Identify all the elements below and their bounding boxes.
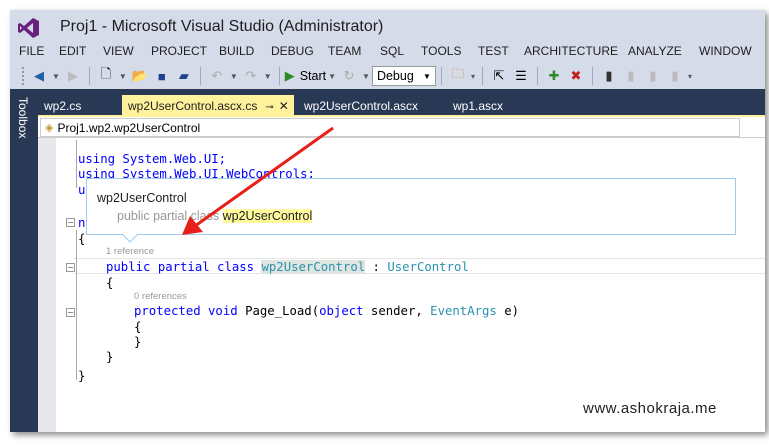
tab-wp2usercontrol-ascx-cs[interactable]: wp2UserControl.ascx.cs ⊸ ✕ <box>122 95 294 117</box>
menu-test[interactable]: TEST <box>478 44 509 58</box>
class-icon: ◈ <box>45 122 54 134</box>
start-button[interactable]: ▶ Start ▼ <box>285 68 338 84</box>
start-dropdown-icon[interactable]: ▼ <box>328 72 336 81</box>
menu-bar: FILE EDIT VIEW PROJECT BUILD DEBUG TEAM … <box>10 42 765 62</box>
menu-project[interactable]: PROJECT <box>151 44 207 58</box>
step-icon[interactable]: ⇱ <box>490 67 508 85</box>
scope-dropdown[interactable]: ◈ Proj1.wp2.wp2UserControl <box>40 118 740 137</box>
new-dropdown-icon[interactable]: ▼ <box>119 72 127 81</box>
code-line: { <box>106 276 114 290</box>
code-line: n <box>78 216 86 230</box>
watermark: www.ashokraja.me <box>583 400 717 417</box>
tab-wp1-ascx[interactable]: wp1.ascx <box>447 95 509 117</box>
overflow-icon[interactable]: ▾ <box>471 72 475 81</box>
menu-architecture[interactable]: ARCHITECTURE <box>524 44 618 58</box>
tab-label: wp2UserControl.ascx.cs <box>128 99 258 113</box>
tab-wp2-cs[interactable]: wp2.cs <box>38 95 87 117</box>
code-line: } <box>78 369 86 383</box>
navigation-bar: ◈ Proj1.wp2.wp2UserControl <box>38 117 765 138</box>
bookmark-icon[interactable]: ▮ <box>600 67 618 85</box>
collapse-class-icon[interactable]: − <box>66 263 75 272</box>
editor-margin <box>38 138 56 432</box>
menu-analyze[interactable]: ANALYZE <box>628 44 682 58</box>
code-line: } <box>134 335 142 349</box>
start-label: Start <box>299 69 327 83</box>
codelens-tooltip: wp2UserControl public partial class wp2U… <box>86 178 736 235</box>
back-dropdown-icon[interactable]: ▼ <box>52 72 60 81</box>
solution-configuration-dropdown[interactable]: Debug ▼ <box>371 66 436 86</box>
save-all-icon[interactable]: ▰ <box>175 67 193 85</box>
play-icon: ▶ <box>284 68 295 83</box>
code-line: u <box>78 183 86 197</box>
scope-value: Proj1.wp2.wp2UserControl <box>57 120 201 135</box>
refresh-icon[interactable]: ↻ <box>340 67 358 85</box>
menu-view[interactable]: VIEW <box>103 44 134 58</box>
previous-bookmark-icon[interactable]: ▮ <box>622 67 640 85</box>
toolbox-label: Toolbox <box>16 97 30 139</box>
navigate-forward-icon[interactable]: ▶ <box>64 67 82 85</box>
tooltip-title: wp2UserControl <box>97 191 187 205</box>
chevron-down-icon: ▼ <box>423 71 431 81</box>
new-project-icon[interactable]: 🗋 <box>97 66 115 85</box>
undo-dropdown-icon[interactable]: ▼ <box>230 72 238 81</box>
code-line: { <box>78 232 86 246</box>
redo-icon[interactable]: ↷ <box>242 67 260 85</box>
toolbox-panel[interactable]: Toolbox <box>10 89 38 432</box>
code-editor[interactable]: − − − using System.Web.UI; using System.… <box>38 138 765 432</box>
menu-file[interactable]: FILE <box>19 44 44 58</box>
menu-tools[interactable]: TOOLS <box>421 44 461 58</box>
toolbar-grip[interactable] <box>22 67 28 85</box>
visual-studio-window: Proj1 - Microsoft Visual Studio (Adminis… <box>10 10 765 432</box>
close-icon[interactable]: ✕ <box>279 99 289 113</box>
toolbar: ◀ ▼ ▶ 🗋 ▼ 📂 ■ ▰ ↶ ▼ ↷ ▼ ▶ Start ▼ ↻ ▼ Debug ▼ 🗀 ▾… <box>10 63 765 89</box>
code-line: public partial class wp2UserControl : Us… <box>106 260 469 274</box>
comment-lines-icon[interactable]: ☰ <box>512 67 530 85</box>
refresh-dropdown-icon[interactable]: ▼ <box>362 72 370 81</box>
visual-studio-logo-icon <box>18 18 39 38</box>
menu-build[interactable]: BUILD <box>219 44 254 58</box>
add-comment-icon[interactable]: ✚ <box>545 67 563 85</box>
remove-comment-icon[interactable]: ✖ <box>567 67 585 85</box>
code-line: { <box>134 320 142 334</box>
overflow-icon[interactable]: ▾ <box>688 72 692 81</box>
document-tab-strip: wp2.cs wp2UserControl.ascx.cs ⊸ ✕ wp2UserC… <box>10 89 765 117</box>
open-file-icon[interactable]: 📂 <box>131 67 149 85</box>
title-bar: Proj1 - Microsoft Visual Studio (Adminis… <box>10 10 765 40</box>
clear-bookmarks-icon[interactable]: ▮ <box>666 67 684 85</box>
collapse-namespace-icon[interactable]: − <box>66 218 75 227</box>
find-in-files-icon[interactable]: 🗀 <box>449 66 467 85</box>
tooltip-pointer <box>122 234 138 243</box>
code-line: } <box>106 350 114 364</box>
menu-window[interactable]: WINDOW <box>699 44 752 58</box>
menu-debug[interactable]: DEBUG <box>271 44 314 58</box>
redo-dropdown-icon[interactable]: ▼ <box>264 72 272 81</box>
code-line: protected void Page_Load(object sender, … <box>134 304 520 318</box>
next-bookmark-icon[interactable]: ▮ <box>644 67 662 85</box>
codelens-references[interactable]: 1 reference <box>106 246 154 257</box>
config-value: Debug <box>376 69 414 83</box>
window-title: Proj1 - Microsoft Visual Studio (Adminis… <box>60 18 384 35</box>
tooltip-signature: public partial class wp2UserControl <box>117 209 313 223</box>
menu-team[interactable]: TEAM <box>328 44 361 58</box>
tab-wp2usercontrol-ascx[interactable]: wp2UserControl.ascx <box>298 95 424 117</box>
navigate-back-icon[interactable]: ◀ <box>30 67 48 85</box>
pin-icon[interactable]: ⊸ <box>265 102 273 113</box>
menu-sql[interactable]: SQL <box>380 44 404 58</box>
code-line: using System.Web.UI; <box>78 152 227 166</box>
menu-edit[interactable]: EDIT <box>59 44 86 58</box>
save-icon[interactable]: ■ <box>153 67 171 85</box>
collapse-method-icon[interactable]: − <box>66 308 75 317</box>
undo-icon[interactable]: ↶ <box>208 67 226 85</box>
codelens-references[interactable]: 0 references <box>134 291 187 302</box>
